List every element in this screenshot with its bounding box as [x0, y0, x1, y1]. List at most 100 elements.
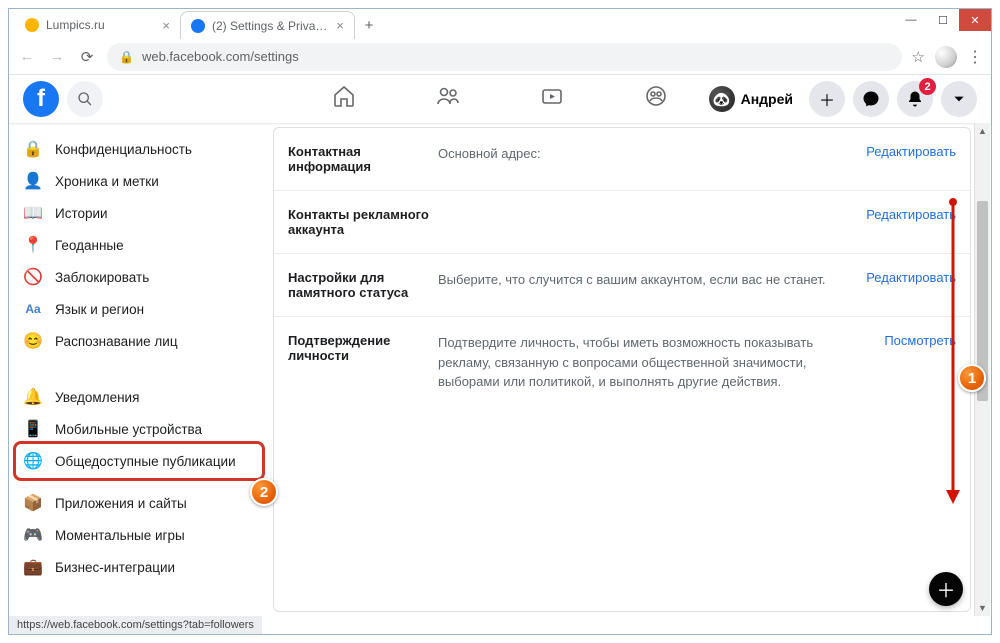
scroll-up-icon[interactable]: ▲ [975, 123, 990, 139]
sidebar-item-notifications[interactable]: 🔔 Уведомления [9, 381, 269, 413]
account-menu-button[interactable] [941, 81, 977, 117]
close-window-button[interactable]: ✕ [959, 9, 991, 31]
person-icon: 👤 [23, 171, 43, 191]
settings-row-ad-contacts: Контакты рекламного аккаунта Редактирова… [274, 191, 970, 254]
sidebar-item-public-posts[interactable]: 🌐Общедоступные публикации [9, 445, 269, 477]
face-icon: 😊 [23, 331, 43, 351]
sidebar-label: Истории [55, 206, 108, 221]
settings-row-identity: Подтверждение личности Подтвердите лично… [274, 317, 970, 408]
sidebar-label: Моментальные игры [55, 528, 185, 543]
sidebar-item-apps[interactable]: 📦 Приложения и сайты [9, 487, 269, 519]
edit-link[interactable]: Редактировать [866, 144, 956, 174]
sidebar-label: Распознавание лиц [55, 334, 178, 349]
lock-icon: 🔒 [23, 139, 43, 159]
content-area: 🔒 Конфиденциальность 👤 Хроника и метки 📖Ис… [9, 123, 991, 616]
menu-icon[interactable]: ⋮ [967, 47, 983, 67]
window-controls: — ☐ ✕ [895, 9, 991, 31]
tab-title: (2) Settings & Privacy | Facebook [212, 19, 330, 33]
pin-icon: 📍 [23, 235, 43, 255]
row-desc [438, 207, 866, 237]
settings-panel: Контактная информация Основной адрес: Ре… [273, 127, 971, 612]
user-name: Андрей [741, 91, 793, 107]
business-icon: 💼 [23, 557, 43, 577]
row-label: Контакты рекламного аккаунта [288, 207, 438, 237]
forward-button[interactable]: → [47, 47, 67, 67]
annotation-number-1: 1 [958, 364, 986, 392]
edit-link[interactable]: Редактировать [866, 270, 956, 300]
settings-sidebar: 🔒 Конфиденциальность 👤 Хроника и метки 📖Ис… [9, 123, 269, 616]
groups-tab[interactable] [644, 84, 668, 114]
row-label: Подтверждение личности [288, 333, 438, 392]
row-desc: Подтвердите личность, чтобы иметь возмож… [438, 333, 884, 392]
tab-title: Lumpics.ru [46, 18, 156, 32]
user-profile-link[interactable]: 🐼 Андрей [701, 82, 801, 116]
browser-tab-lumpics[interactable]: Lumpics.ru × [15, 11, 180, 39]
sidebar-item-timeline[interactable]: 👤 Хроника и метки [9, 165, 269, 197]
sidebar-item-language[interactable]: AaЯзык и регион [9, 293, 269, 325]
mobile-icon: 📱 [23, 419, 43, 439]
reload-button[interactable]: ⟳ [77, 47, 97, 67]
scroll-down-icon[interactable]: ▼ [975, 600, 990, 616]
url-input[interactable]: 🔒 web.facebook.com/settings [107, 43, 902, 71]
messenger-button[interactable] [853, 81, 889, 117]
sidebar-item-blocking[interactable]: 🚫Заблокировать [9, 261, 269, 293]
home-icon [332, 84, 356, 108]
minimize-button[interactable]: — [895, 9, 927, 31]
apps-icon: 📦 [23, 493, 43, 513]
annotation-number-2: 2 [250, 478, 278, 506]
sidebar-label: Геоданные [55, 238, 124, 253]
avatar-icon: 🐼 [709, 86, 735, 112]
create-button[interactable]: ＋ [809, 81, 845, 117]
plus-icon: ＋ [936, 576, 955, 603]
browser-tab-facebook[interactable]: (2) Settings & Privacy | Facebook × [180, 11, 355, 39]
sidebar-item-location[interactable]: 📍 Геоданные [9, 229, 269, 261]
sidebar-label: Хроника и метки [55, 174, 159, 189]
sidebar-item-games[interactable]: 🎮Моментальные игры [9, 519, 269, 551]
address-bar: ← → ⟳ 🔒 web.facebook.com/settings ☆ ⋮ [9, 39, 991, 75]
sidebar-label: Конфиденциальность [55, 142, 192, 157]
sidebar-item-mobile: 📱 Мобильные устройства [9, 413, 269, 445]
notification-badge: 2 [919, 78, 936, 95]
facebook-logo-icon[interactable]: f [23, 81, 59, 117]
sidebar-label: Бизнес-интеграции [55, 560, 175, 575]
sidebar-label: Общедоступные публикации [55, 454, 236, 469]
status-text: https://web.facebook.com/settings?tab=fo… [17, 619, 254, 631]
back-button[interactable]: ← [17, 47, 37, 67]
settings-row-memorialization: Настройки для памятного статуса Выберите… [274, 254, 970, 317]
row-desc: Выберите, что случится с вашим аккаунтом… [438, 270, 866, 300]
sidebar-item-business[interactable]: 💼 Бизнес-интеграции [9, 551, 269, 583]
settings-row-contact-info: Контактная информация Основной адрес: Ре… [274, 128, 970, 191]
messenger-icon [862, 90, 880, 108]
groups-icon [644, 84, 668, 108]
url-text: web.facebook.com/settings [142, 49, 299, 64]
header-right: 🐼 Андрей ＋ 2 [701, 81, 977, 117]
facebook-header: f 🐼 Андрей ＋ 2 [9, 75, 991, 123]
sidebar-item-stories[interactable]: 📖Истории [9, 197, 269, 229]
bookmark-icon[interactable]: ☆ [912, 48, 925, 66]
profile-avatar-icon[interactable] [935, 46, 957, 68]
edit-link[interactable]: Редактировать [866, 207, 956, 237]
sidebar-label: Мобильные устройства [55, 422, 202, 437]
status-bar: https://web.facebook.com/settings?tab=fo… [9, 616, 262, 634]
sidebar-label: Приложения и сайты [55, 496, 187, 511]
friends-tab[interactable] [436, 84, 460, 114]
sidebar-item-privacy[interactable]: 🔒 Конфиденциальность [9, 133, 269, 165]
home-tab[interactable] [332, 84, 356, 114]
friends-icon [436, 84, 460, 108]
watch-tab[interactable] [540, 84, 564, 114]
search-button[interactable] [67, 81, 103, 117]
search-icon [77, 91, 93, 107]
sidebar-label: Уведомления [55, 390, 139, 405]
close-icon[interactable]: × [162, 18, 170, 33]
sidebar-item-public-posts-wrap: 🌐Общедоступные публикации [9, 445, 269, 477]
watch-icon [540, 84, 564, 108]
notifications-button[interactable]: 2 [897, 81, 933, 117]
favicon-icon [191, 19, 205, 33]
close-icon[interactable]: × [336, 18, 344, 33]
compose-fab-button[interactable]: ＋ [929, 572, 963, 606]
row-label: Настройки для памятного статуса [288, 270, 438, 300]
sidebar-item-face-recognition[interactable]: 😊 Распознавание лиц [9, 325, 269, 357]
new-tab-button[interactable]: + [355, 11, 383, 39]
maximize-button[interactable]: ☐ [927, 9, 959, 31]
bell-icon: 🔔 [23, 387, 43, 407]
